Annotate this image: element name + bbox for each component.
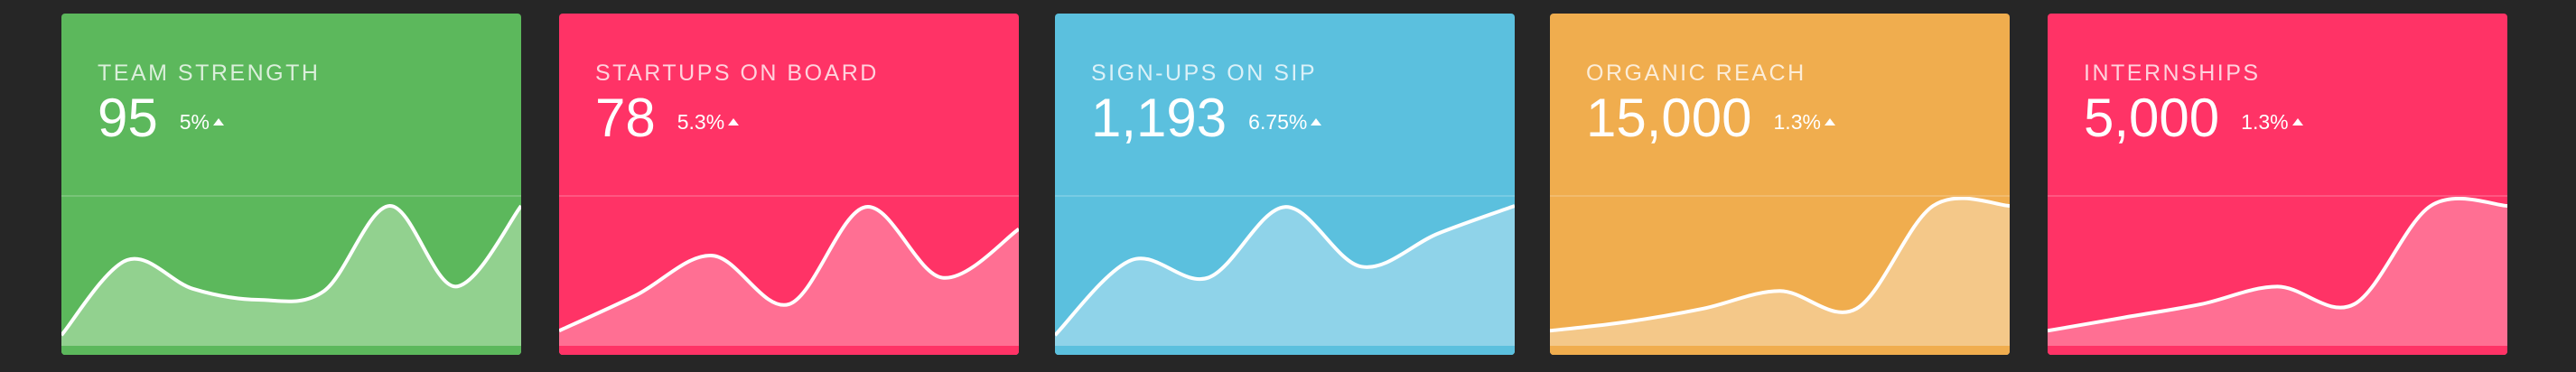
card-change: 5.3% xyxy=(677,110,740,134)
card-value-row: 5,000 1.3% xyxy=(2084,91,2303,145)
card-bottom-bar xyxy=(559,346,1019,355)
card-change: 1.3% xyxy=(1774,112,1835,133)
stat-card-organic-reach[interactable]: ORGANIC REACH 15,000 1.3% xyxy=(1550,14,2010,355)
card-change-value: 6.75% xyxy=(1248,110,1308,134)
card-title: STARTUPS ON BOARD xyxy=(595,60,879,86)
stat-card-internships[interactable]: INTERNSHIPS 5,000 1.3% xyxy=(2048,14,2507,355)
up-arrow-icon xyxy=(1311,117,1322,126)
card-value: 5,000 xyxy=(2084,88,2220,148)
card-change: 5% xyxy=(180,112,224,133)
sparkline-svg xyxy=(1550,197,2010,355)
sparkline-area xyxy=(61,205,521,355)
card-value: 78 xyxy=(595,88,656,148)
sparkline-svg xyxy=(2048,197,2507,355)
card-title: ORGANIC REACH xyxy=(1586,60,1806,86)
card-sparkline xyxy=(1055,197,1515,355)
card-bottom-bar xyxy=(61,346,521,355)
card-change: 1.3% xyxy=(2241,110,2303,134)
sparkline-svg xyxy=(1055,204,1515,355)
stat-card-startups-on-board[interactable]: STARTUPS ON BOARD 78 5.3% xyxy=(559,14,1019,355)
sparkline-svg xyxy=(559,205,1019,355)
card-change-value: 5% xyxy=(179,110,210,134)
card-sparkline xyxy=(61,197,521,355)
card-change-value: 1.3% xyxy=(1773,110,1821,134)
card-sparkline xyxy=(2048,197,2507,355)
card-title: INTERNSHIPS xyxy=(2084,60,2261,86)
card-value: 95 xyxy=(98,88,158,148)
card-title: TEAM STRENGTH xyxy=(98,60,321,86)
sparkline-area xyxy=(1550,198,2010,355)
sparkline-area xyxy=(559,207,1019,355)
stat-card-team-strength[interactable]: TEAM STRENGTH 95 5% xyxy=(61,14,521,355)
card-title: SIGN-UPS ON SIP xyxy=(1091,60,1318,86)
card-bottom-bar xyxy=(1055,346,1515,355)
stat-card-sign-ups-on-sip[interactable]: SIGN-UPS ON SIP 1,193 6.75% xyxy=(1055,14,1515,355)
card-bottom-bar xyxy=(1550,346,2010,355)
card-value-row: 78 5.3% xyxy=(595,88,740,148)
card-change: 6.75% xyxy=(1248,110,1322,134)
card-change-value: 1.3% xyxy=(2241,110,2289,134)
card-change-value: 5.3% xyxy=(677,110,725,134)
up-arrow-icon xyxy=(213,117,224,126)
card-bottom-bar xyxy=(2048,346,2507,355)
up-arrow-icon xyxy=(728,117,740,126)
up-arrow-icon xyxy=(1824,117,1835,126)
sparkline-area xyxy=(1055,206,1515,355)
card-value-row: 1,193 6.75% xyxy=(1091,88,1322,148)
sparkline-area xyxy=(2048,198,2507,355)
card-value-row: 95 5% xyxy=(98,91,224,145)
card-value-row: 15,000 1.3% xyxy=(1586,91,1835,145)
card-sparkline xyxy=(1550,197,2010,355)
card-value: 1,193 xyxy=(1091,88,1227,148)
sparkline-svg xyxy=(61,203,521,355)
card-sparkline xyxy=(559,197,1019,355)
card-value: 15,000 xyxy=(1586,88,1752,148)
up-arrow-icon xyxy=(2291,117,2303,126)
